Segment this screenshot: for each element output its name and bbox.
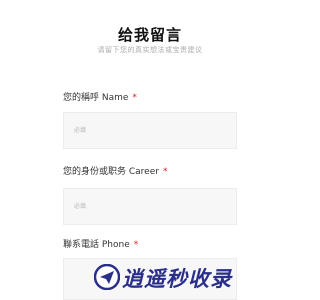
career-input[interactable] bbox=[64, 189, 236, 224]
paper-plane-icon bbox=[94, 264, 120, 290]
name-input[interactable] bbox=[64, 113, 236, 148]
required-mark: * bbox=[162, 167, 168, 177]
name-field-label: 您的稱呼 Name * bbox=[63, 90, 137, 103]
career-field-label: 您的身份或职务 Career * bbox=[63, 164, 167, 177]
name-field[interactable] bbox=[63, 112, 237, 149]
required-mark: * bbox=[133, 240, 139, 250]
required-mark: * bbox=[132, 93, 137, 103]
page-title: 给我留言 bbox=[117, 26, 182, 44]
watermark-logo: 逍遥秒收录 bbox=[94, 262, 269, 292]
name-label-text: 您的稱呼 Name bbox=[63, 93, 129, 103]
phone-label-text: 聯系電話 Phone bbox=[63, 240, 130, 250]
watermark-text: 逍遥秒收录 bbox=[122, 267, 232, 291]
page-subtitle: 请留下您的真实想法或宝贵建议 bbox=[97, 46, 203, 54]
phone-field-label: 聯系電話 Phone * bbox=[63, 237, 138, 250]
message-form-panel: 给我留言 请留下您的真实想法或宝贵建议 您的稱呼 Name* 您的身份或职务 C… bbox=[49, 0, 251, 300]
career-field[interactable] bbox=[63, 188, 237, 225]
career-label-text: 您的身份或职务 Career bbox=[63, 167, 159, 177]
